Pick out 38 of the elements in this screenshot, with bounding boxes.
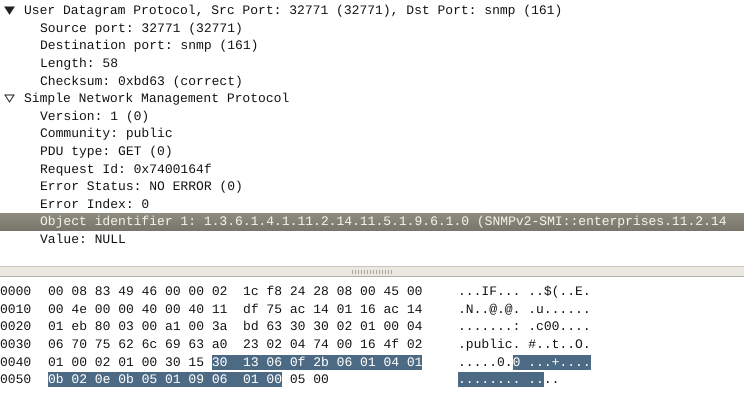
hex-bytes: 05 00 — [288, 372, 329, 388]
hex-bytes: 0b 02 0e 0b 05 01 09 06 01 00 — [48, 372, 282, 388]
tree-item[interactable]: Simple Network Management Protocol — [0, 90, 744, 108]
tree-item[interactable]: User Datagram Protocol, Src Port: 32771 (32771), Dst Port: snmp (161) — [0, 2, 744, 20]
tree-item[interactable]: PDU type: GET (0) — [0, 142, 744, 160]
ascii-text: ...IF... ..$(..E. — [458, 284, 591, 300]
hex-bytes: 00 08 83 49 46 00 00 02 1c f8 24 28 08 00 45 00 — [48, 284, 422, 300]
hex-bytes: 06 70 75 62 6c 69 63 a0 23 02 04 74 00 16 4f 02 — [48, 337, 422, 352]
ascii-text: ........ .. — [458, 372, 544, 388]
hex-offset: 0020 — [0, 319, 32, 334]
hex-bytes: 01 00 02 01 00 30 15 — [48, 354, 206, 370]
ascii-text: .......: .c00.... — [458, 319, 591, 334]
expander-icon[interactable] — [4, 93, 15, 104]
hex-offset: 0000 — [0, 284, 32, 300]
hex-offset: 0010 — [0, 302, 32, 317]
hex-offset: 0030 — [0, 337, 32, 352]
tree-item[interactable]: Checksum: 0xbd63 (correct) — [0, 72, 744, 90]
hex-offset: 0050 — [0, 372, 32, 388]
ascii-text: .. — [544, 372, 560, 388]
tree-item[interactable]: Community: public — [0, 125, 744, 143]
tree-item[interactable]: Version: 1 (0) — [0, 108, 744, 126]
hex-offset: 0040 — [0, 354, 32, 370]
ascii-text: .public. #..t..O. — [458, 337, 591, 352]
tree-item[interactable]: Source port: 32771 (32771) — [0, 20, 744, 38]
tree-item[interactable]: Request Id: 0x7400164f — [0, 160, 744, 178]
tree-item[interactable]: Value: NULL — [0, 230, 744, 248]
expander-icon[interactable] — [4, 5, 15, 16]
hex-bytes: 01 eb 80 03 00 a1 00 3a bd 63 30 30 02 01 00 04 — [48, 319, 422, 334]
ascii-text: 0 ...+.... — [512, 354, 591, 370]
grip-icon — [352, 270, 392, 274]
tree-item[interactable]: Error Status: NO ERROR (0) — [0, 178, 744, 196]
tree-item[interactable]: Error Index: 0 — [0, 196, 744, 214]
hex-bytes: 30 13 06 0f 2b 06 01 04 01 — [212, 354, 422, 370]
ascii-text: .....0. — [458, 354, 513, 370]
tree-item[interactable]: Length: 58 — [0, 54, 744, 72]
tree-item[interactable]: Destination port: snmp (161) — [0, 37, 744, 55]
hex-bytes: 00 4e 00 00 40 00 40 11 df 75 ac 14 01 16 ac 14 — [48, 302, 422, 317]
ascii-text: .N..@.@. .u...... — [458, 302, 591, 317]
